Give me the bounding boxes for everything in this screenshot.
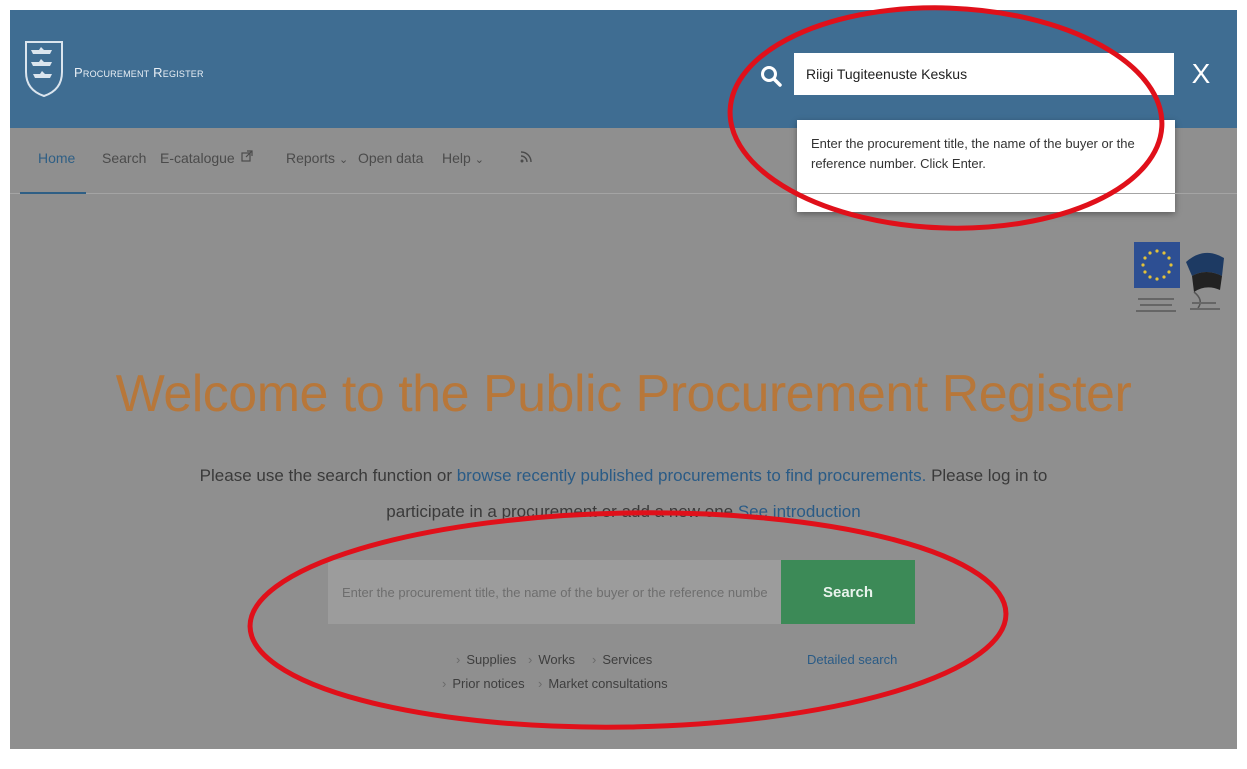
page-title: Welcome to the Public Procurement Regist… [115,365,1132,423]
chevron-right-icon: › [528,652,533,667]
detailed-search-link[interactable]: Detailed search [807,652,897,667]
chevron-down-icon: ⌄ [339,154,349,166]
see-introduction-link[interactable]: See introduction [738,502,861,521]
intro-text: Please use the search function or browse… [190,458,1057,530]
nav-search-label: Search [102,150,147,166]
close-icon[interactable]: X [1184,55,1218,93]
main-nav: Home Search E-catalogue Reports ⌄ Open da… [10,128,1237,194]
main-search-input[interactable] [328,560,781,624]
chevron-right-icon: › [456,652,461,667]
browse-recent-link[interactable]: browse recently published procurements t… [457,466,927,485]
brand-title[interactable]: Procurement Register [74,65,204,80]
nav-active-indicator [20,192,86,194]
nav-home-label: Home [38,150,76,166]
intro-text-part-1: Please use the search function or [199,466,457,485]
nav-open-data[interactable]: Open data [358,150,423,166]
nav-reports[interactable]: Reports ⌄ [286,150,348,166]
nav-open-data-label: Open data [358,150,424,166]
nav-search[interactable]: Search [102,150,146,166]
nav-e-catalogue-label: E-catalogue [160,150,235,166]
coat-of-arms-logo[interactable] [22,38,66,98]
search-icon[interactable] [760,65,782,87]
header-search-input[interactable] [794,53,1174,95]
external-link-icon [241,150,253,162]
quick-link-label: Prior notices [452,676,525,691]
quick-link-services[interactable]: › Services [592,652,652,667]
nav-home[interactable]: Home [38,150,75,166]
nav-reports-label: Reports [286,150,336,166]
chevron-right-icon: › [592,652,597,667]
nav-e-catalogue[interactable]: E-catalogue [160,150,253,166]
quick-link-label: Services [602,652,653,667]
quick-link-label: Supplies [466,652,517,667]
quick-link-works[interactable]: › Works [528,652,575,667]
quick-link-label: Works [538,652,575,667]
quick-link-label: Market consultations [548,676,668,691]
eu-funding-logos [1134,242,1234,342]
search-button[interactable]: Search [781,560,915,624]
rss-icon[interactable] [520,150,532,166]
header: Procurement Register X [10,10,1237,128]
chevron-right-icon: › [538,676,543,691]
quick-link-market-consultations[interactable]: › Market consultations [538,676,668,691]
page-frame: Procurement Register X Enter the procure… [10,10,1237,749]
chevron-right-icon: › [442,676,447,691]
quick-link-prior-notices[interactable]: › Prior notices [442,676,525,691]
quick-link-supplies[interactable]: › Supplies [456,652,516,667]
nav-help-label: Help [442,150,471,166]
chevron-down-icon: ⌄ [474,154,485,166]
nav-help[interactable]: Help ⌄ [442,150,484,166]
